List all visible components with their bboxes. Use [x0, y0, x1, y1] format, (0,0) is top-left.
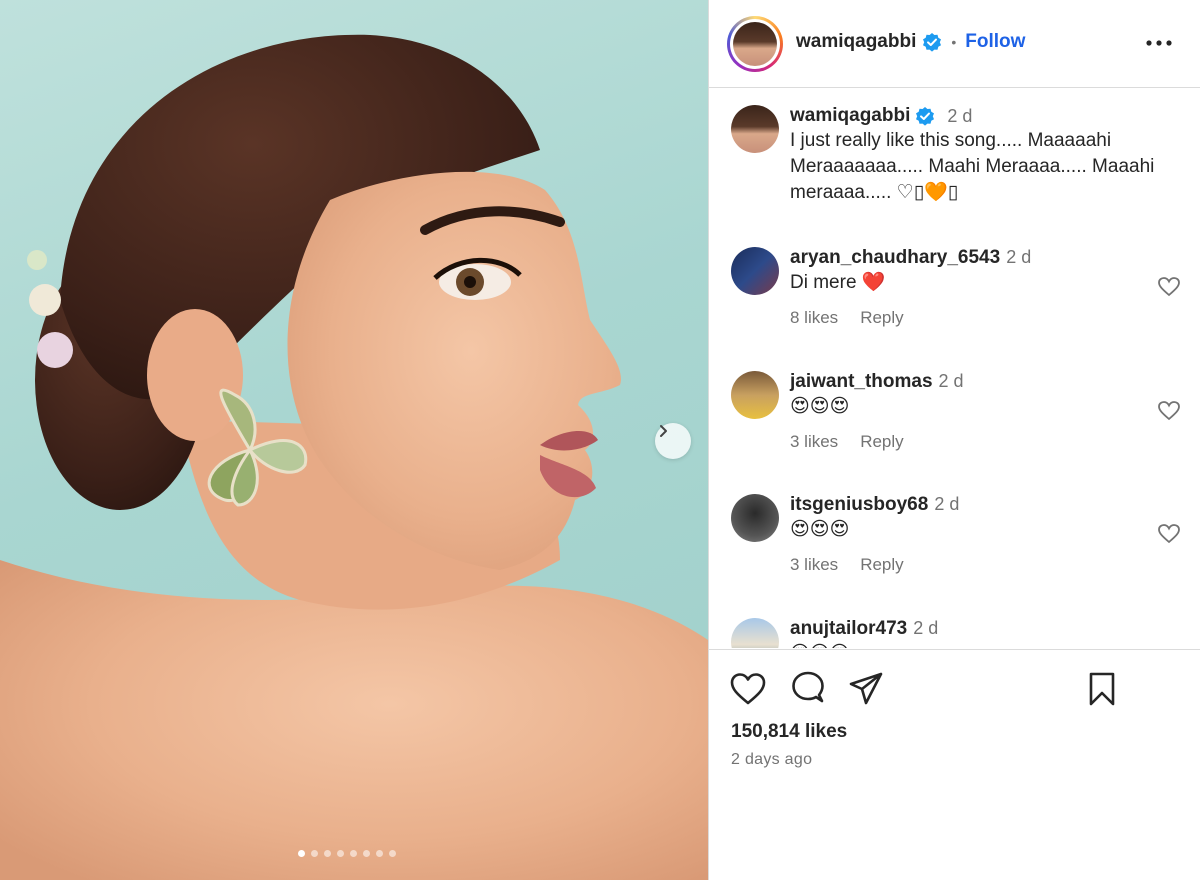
comment-avatar[interactable] [731, 618, 779, 648]
heart-outline-icon[interactable] [1157, 399, 1181, 423]
caption-time: 2 d [947, 105, 973, 126]
comment-username[interactable]: itsgeniusboy68 [790, 494, 928, 515]
post-photo[interactable] [0, 0, 708, 880]
carousel-dot [311, 850, 318, 857]
caption-text: I just really like this song..... Maaaaa… [790, 130, 1155, 203]
more-options-button[interactable] [1146, 30, 1172, 56]
comment-text: 😍😍😍 [790, 396, 850, 417]
carousel-dot [337, 850, 344, 857]
comment-time: 2 d [1006, 247, 1032, 267]
share-paper-plane-icon[interactable] [847, 670, 885, 708]
comment-time: 2 d [938, 371, 964, 391]
header-username[interactable]: wamiqagabbi [796, 31, 916, 53]
post-sidebar: wamiqagabbi • Follow wamiqagabbi 2 d I j… [709, 0, 1200, 880]
portrait-illustration [0, 34, 708, 880]
follow-button[interactable]: Follow [965, 31, 1025, 53]
carousel-dot [324, 850, 331, 857]
carousel-dot [389, 850, 396, 857]
carousel-dot [298, 850, 305, 857]
comment-username[interactable]: jaiwant_thomas [790, 371, 933, 392]
comment-text: Di mere ❤️ [790, 272, 886, 293]
heart-outline-icon[interactable] [1157, 275, 1181, 299]
post-actions: 150,814 likes 2 days ago [709, 649, 1200, 880]
comment-time: 2 d [913, 618, 939, 638]
verified-badge-icon [923, 33, 942, 52]
comment-avatar[interactable] [731, 247, 779, 295]
comment-time: 2 d [934, 494, 960, 514]
reply-button[interactable]: Reply [860, 308, 903, 328]
comments-list[interactable]: wamiqagabbi 2 d I just really like this … [709, 89, 1200, 648]
comment-username[interactable]: aryan_chaudhary_6543 [790, 247, 1000, 268]
heart-outline-icon[interactable] [1157, 522, 1181, 546]
comment-text: 😍😍😍 [790, 519, 850, 540]
bookmark-save-icon[interactable] [1083, 670, 1121, 708]
comment-likes[interactable]: 3 likes [790, 555, 838, 575]
caption-avatar[interactable] [731, 105, 779, 153]
comment-username[interactable]: anujtailor473 [790, 618, 907, 639]
post-timestamp[interactable]: 2 days ago [731, 751, 812, 769]
comment-avatar[interactable] [731, 494, 779, 542]
like-heart-icon[interactable] [729, 670, 767, 708]
carousel-dot [376, 850, 383, 857]
likes-count[interactable]: 150,814 likes [731, 721, 847, 743]
next-slide-button[interactable] [655, 423, 691, 459]
post-header: wamiqagabbi • Follow [709, 0, 1200, 88]
comment-text: 😍😍😍 [790, 641, 1170, 648]
comment-likes[interactable]: 3 likes [790, 432, 838, 452]
caption-username[interactable]: wamiqagabbi [790, 105, 910, 127]
carousel-dot [363, 850, 370, 857]
reply-button[interactable]: Reply [860, 432, 903, 452]
verified-badge-icon [916, 107, 935, 126]
comment-avatar[interactable] [731, 371, 779, 419]
more-horizontal-icon [1146, 40, 1172, 46]
comment-bubble-icon[interactable] [789, 670, 827, 708]
header-separator: • [951, 34, 957, 50]
comment-likes[interactable]: 8 likes [790, 308, 838, 328]
carousel-dot [350, 850, 357, 857]
reply-button[interactable]: Reply [860, 555, 903, 575]
avatar[interactable] [727, 16, 783, 72]
chevron-right-icon [660, 425, 667, 437]
carousel-indicator [298, 850, 396, 857]
